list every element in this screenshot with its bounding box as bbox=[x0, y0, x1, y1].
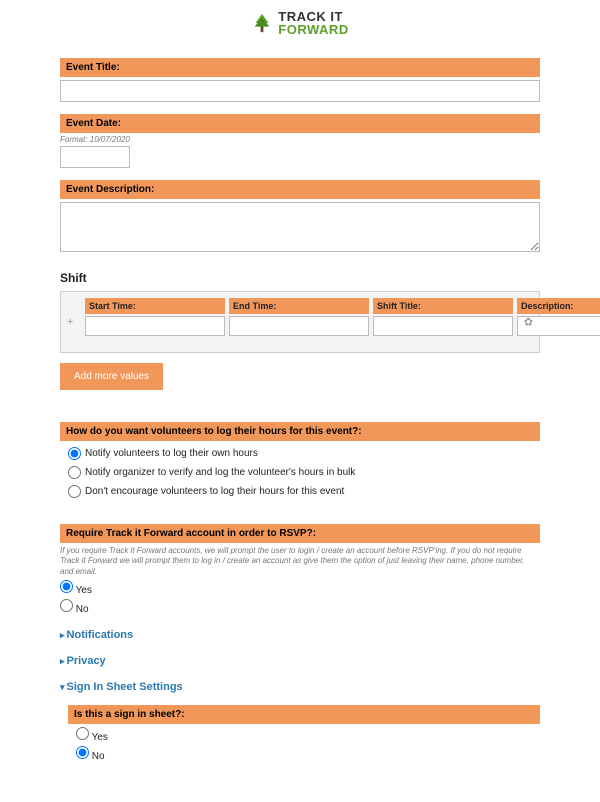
notifications-disclosure[interactable]: ▸Notifications bbox=[60, 629, 540, 641]
chevron-right-icon: ▸ bbox=[60, 656, 65, 666]
event-title-input[interactable] bbox=[60, 80, 540, 102]
add-shift-icon[interactable]: + bbox=[67, 316, 73, 328]
col-end: End Time: bbox=[229, 298, 369, 346]
date-format-hint: Format: 10/07/2020 bbox=[60, 135, 540, 144]
gear-icon[interactable]: ✿ bbox=[524, 316, 533, 329]
log-hours-header: How do you want volunteers to log their … bbox=[60, 422, 540, 441]
log-opt-0: Notify volunteers to log their own hours bbox=[68, 447, 540, 460]
signin-sheet-header: Is this a sign in sheet?: bbox=[68, 705, 540, 724]
rsvp-header: Require Track it Forward account in orde… bbox=[60, 524, 540, 543]
rsvp-help-text: If you require Track it Forward accounts… bbox=[60, 546, 540, 577]
shift-title-input[interactable] bbox=[373, 316, 513, 336]
event-desc-header: Event Description: bbox=[60, 180, 540, 199]
chevron-right-icon: ▸ bbox=[60, 630, 65, 640]
rsvp-no: No bbox=[60, 599, 540, 615]
tree-icon bbox=[251, 12, 273, 34]
rsvp-yes: Yes bbox=[60, 580, 540, 596]
col-start: Start Time: bbox=[85, 298, 225, 346]
shift-table: + ✿ Start Time: End Time: Shift Title: D… bbox=[60, 291, 540, 353]
signin-no: No bbox=[76, 746, 540, 762]
chevron-down-icon: ▾ bbox=[60, 682, 65, 692]
col-title: Shift Title: bbox=[373, 298, 513, 346]
logo-text: TRACK IT FORWARD bbox=[278, 10, 348, 36]
start-time-input[interactable] bbox=[85, 316, 225, 336]
log-opt-2: Don't encourage volunteers to log their … bbox=[68, 485, 540, 498]
add-more-button[interactable]: Add more values bbox=[60, 363, 163, 390]
event-desc-input[interactable] bbox=[60, 202, 540, 252]
log-opt-1: Notify organizer to verify and log the v… bbox=[68, 466, 540, 479]
event-date-input[interactable] bbox=[60, 146, 130, 168]
event-date-header: Event Date: bbox=[60, 114, 540, 133]
logo: TRACK IT FORWARD bbox=[60, 0, 540, 46]
shift-heading: Shift bbox=[60, 271, 540, 285]
end-time-input[interactable] bbox=[229, 316, 369, 336]
privacy-disclosure[interactable]: ▸Privacy bbox=[60, 655, 540, 667]
event-title-header: Event Title: bbox=[60, 58, 540, 77]
signin-yes: Yes bbox=[76, 727, 540, 743]
signin-disclosure[interactable]: ▾Sign In Sheet Settings bbox=[60, 681, 540, 693]
